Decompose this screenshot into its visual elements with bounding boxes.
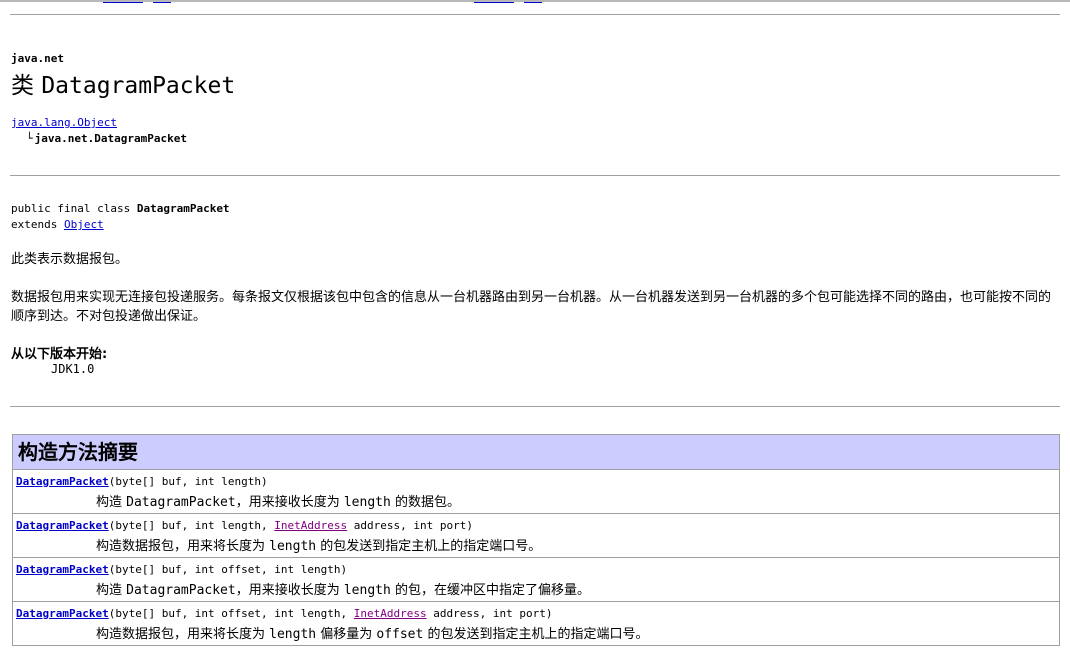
superclass-object-link[interactable]: Object bbox=[64, 218, 104, 231]
class-name: DatagramPacket bbox=[41, 73, 236, 99]
constructor-params: (byte[] buf, int offset, int length) bbox=[108, 563, 348, 576]
constructor-link[interactable]: DatagramPacket bbox=[16, 607, 109, 620]
modifiers: public final class bbox=[11, 202, 131, 215]
constructor-link[interactable]: DatagramPacket bbox=[16, 519, 109, 532]
table-row: DatagramPacket(byte[] buf, int offset, i… bbox=[13, 602, 1059, 646]
constructor-description: 构造数据报包，用来将长度为 length 偏移量为 offset 的包发送到指定… bbox=[96, 627, 649, 642]
nav-link-stub[interactable] bbox=[103, 0, 143, 3]
constructor-link[interactable]: DatagramPacket bbox=[16, 563, 109, 576]
constructor-description: 构造 DatagramPacket，用来接收长度为 length 的数据包。 bbox=[96, 495, 460, 510]
constructor-signature: DatagramPacket(byte[] buf, int length, I… bbox=[16, 519, 473, 532]
package-name: java.net bbox=[11, 52, 64, 65]
inetaddress-link[interactable]: InetAddress bbox=[274, 519, 347, 532]
constructor-signature: DatagramPacket(byte[] buf, int offset, i… bbox=[16, 607, 552, 620]
constructor-params: (byte[] buf, int length, bbox=[108, 519, 275, 532]
class-declaration: public final class DatagramPacket bbox=[11, 202, 230, 215]
class-description: 数据报包用来实现无连接包投递服务。每条报文仅根据该包中包含的信息从一台机器路由到… bbox=[11, 290, 1052, 324]
constructor-link[interactable]: DatagramPacket bbox=[16, 475, 109, 488]
constructor-params-rest: address, int port) bbox=[347, 519, 473, 532]
divider bbox=[10, 406, 1060, 407]
inheritance-child: java.net.DatagramPacket bbox=[34, 132, 187, 145]
constructor-params-rest: address, int port) bbox=[426, 607, 553, 620]
extends-clause: extends Object bbox=[11, 218, 104, 231]
constructor-description: 构造 DatagramPacket，用来接收长度为 length 的包，在缓冲区… bbox=[96, 583, 590, 598]
class-keyword: 类 bbox=[11, 73, 34, 99]
constructor-signature: DatagramPacket(byte[] buf, int offset, i… bbox=[16, 563, 347, 576]
constructor-summary-title: 构造方法摘要 bbox=[18, 440, 138, 464]
nav-link-stub[interactable] bbox=[153, 0, 171, 3]
table-row: DatagramPacket(byte[] buf, int offset, i… bbox=[13, 558, 1059, 602]
constructor-params: (byte[] buf, int length) bbox=[108, 475, 268, 488]
superclass-link[interactable]: java.lang.Object bbox=[11, 116, 117, 129]
extends-keyword: extends bbox=[11, 218, 58, 231]
since-value: JDK1.0 bbox=[51, 362, 95, 376]
nav-link-stub[interactable] bbox=[524, 0, 542, 3]
divider bbox=[10, 14, 1060, 15]
inheritance-branch: └ java.net.DatagramPacket bbox=[26, 132, 187, 145]
divider bbox=[10, 175, 1060, 176]
table-row: DatagramPacket(byte[] buf, int length, I… bbox=[13, 514, 1059, 558]
since-label: 从以下版本开始: bbox=[11, 347, 108, 362]
constructor-summary-table: 构造方法摘要 DatagramPacket(byte[] buf, int le… bbox=[12, 434, 1060, 646]
constructor-description: 构造数据报包，用来将长度为 length 的包发送到指定主机上的指定端口号。 bbox=[96, 539, 542, 554]
class-summary: 此类表示数据报包。 bbox=[11, 252, 129, 267]
constructor-signature: DatagramPacket(byte[] buf, int length) bbox=[16, 475, 268, 488]
tree-branch-icon: └ bbox=[26, 132, 33, 145]
nav-link-stub[interactable] bbox=[474, 0, 514, 3]
page-title: 类 DatagramPacket bbox=[11, 66, 235, 100]
constructor-summary-header: 构造方法摘要 bbox=[13, 435, 1059, 470]
table-row: DatagramPacket(byte[] buf, int length) 构… bbox=[13, 470, 1059, 514]
inetaddress-link[interactable]: InetAddress bbox=[354, 607, 427, 620]
constructor-params: (byte[] buf, int offset, int length, bbox=[108, 607, 354, 620]
declared-class-name: DatagramPacket bbox=[136, 202, 230, 215]
